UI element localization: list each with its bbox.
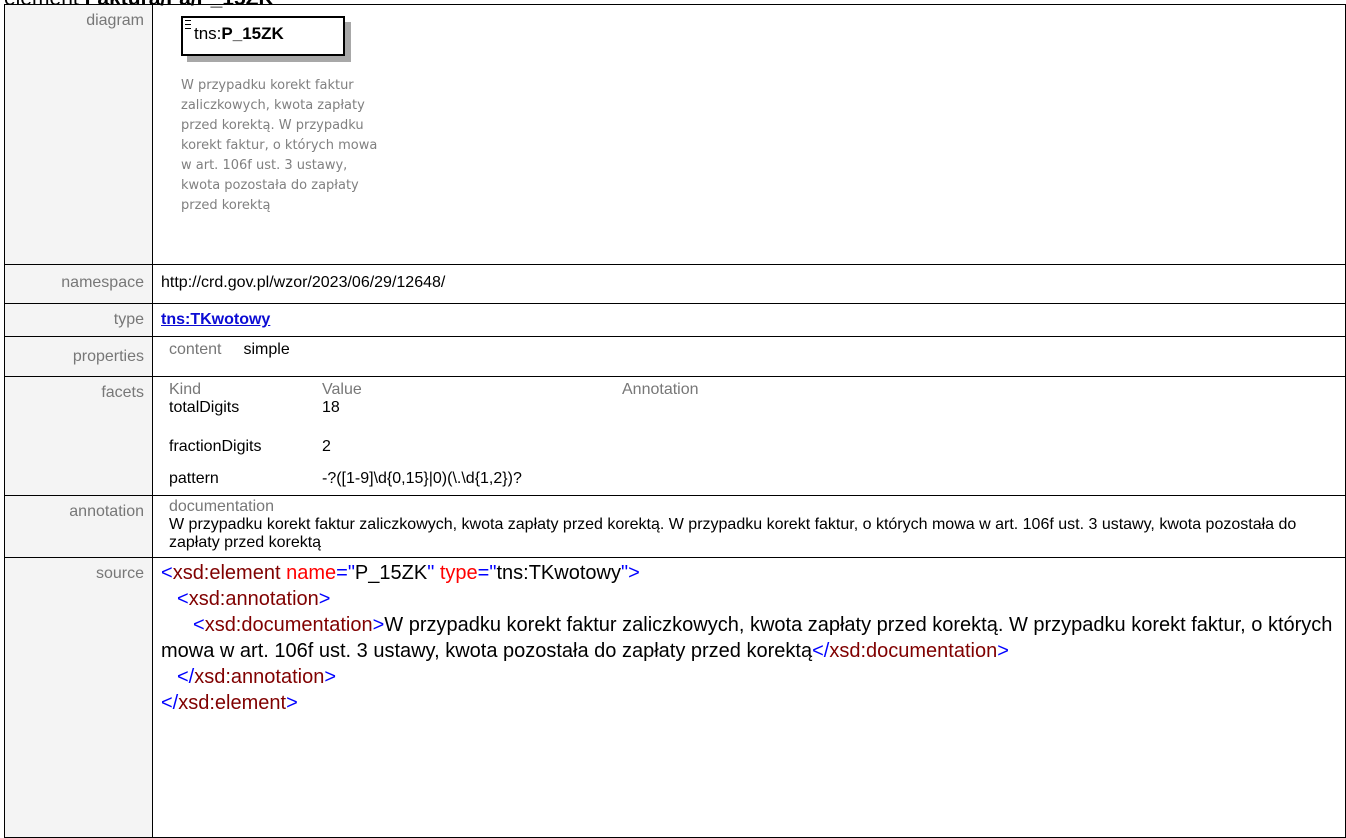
label-source: source [4, 557, 153, 838]
label-type: type [4, 303, 153, 337]
src-attr-type: type [439, 562, 478, 584]
src-lt: < [177, 588, 189, 610]
source-line: </xsd:element> [161, 690, 1341, 716]
src-name-value: P_15ZK [354, 562, 428, 584]
facet-value: -?([1-9]\d{0,15}|0)(\.\d{1,2})? [322, 470, 522, 487]
row-namespace: namespace http://crd.gov.pl/wzor/2023/06… [4, 264, 1346, 304]
facet-annotation [622, 399, 699, 431]
src-annotation-tag: xsd:annotation [188, 588, 319, 610]
src-gt: > [628, 562, 640, 584]
row-annotation: annotation documentation W przypadku kor… [4, 495, 1346, 558]
row-diagram: diagram tns:P_15ZK W przypadku korekt fa… [4, 4, 1346, 265]
facet-kind: totalDigits [169, 399, 240, 416]
source-cell: <xsd:element name="P_15ZK" type="tns:TKw… [152, 557, 1346, 838]
label-diagram: diagram [4, 4, 153, 265]
facet-row: totalDigits 18 [169, 399, 699, 431]
facet-annotation [622, 431, 699, 463]
facet-value: 18 [322, 399, 340, 416]
diagram-prefix: tns: [194, 24, 222, 43]
annotation-heading: documentation [169, 498, 274, 515]
facets-cell: Kind Value Annotation totalDigits 18 fra… [152, 376, 1346, 496]
facet-kind: fractionDigits [169, 438, 262, 455]
facet-value: 2 [322, 438, 331, 455]
src-gt: > [372, 614, 385, 636]
facets-header-value: Value [322, 381, 362, 398]
src-gt: > [286, 692, 298, 714]
facets-table: Kind Value Annotation totalDigits 18 fra… [169, 381, 699, 495]
row-type: type tns:TKwotowy [4, 303, 1346, 337]
source-doc-block: <xsd:documentation>W przypadku korekt fa… [161, 612, 1341, 664]
facet-row: pattern -?([1-9]\d{0,15}|0)(\.\d{1,2})? [169, 463, 699, 495]
src-eq: = [336, 562, 348, 584]
src-documentation-tag: xsd:documentation [204, 614, 373, 636]
row-properties: properties content simple [4, 336, 1346, 377]
property-value: simple [243, 341, 290, 358]
src-q: " [620, 562, 629, 584]
facets-header-kind: Kind [169, 381, 202, 398]
diagram-cell: tns:P_15ZK W przypadku korekt faktur zal… [152, 4, 1346, 265]
source-code: <xsd:element name="P_15ZK" type="tns:TKw… [161, 560, 1341, 716]
src-close-lt: </ [177, 666, 195, 688]
src-gt: > [318, 588, 331, 610]
src-gt: > [997, 640, 1009, 662]
annotation-block: documentation W przypadku korekt faktur … [169, 498, 1309, 552]
src-gt: > [324, 666, 337, 688]
row-facets: facets Kind Value Annotation totalDigits… [4, 376, 1346, 496]
element-doc-table: diagram tns:P_15ZK W przypadku korekt fa… [4, 4, 1346, 838]
element-diagram-box[interactable]: tns:P_15ZK [181, 16, 345, 56]
label-properties: properties [4, 336, 153, 377]
property-key: content [169, 341, 222, 358]
annotation-cell: documentation W przypadku korekt faktur … [152, 495, 1346, 558]
properties-table: content simple [169, 341, 312, 359]
src-q: " [347, 562, 355, 584]
src-annotation-close-tag: xsd:annotation [194, 666, 325, 688]
diagram-element-name: tns:P_15ZK [194, 24, 284, 44]
src-type-value: tns:TKwotowy [496, 562, 621, 584]
src-close-lt: </ [812, 640, 830, 662]
source-line: <xsd:annotation> [161, 586, 1341, 612]
label-facets: facets [4, 376, 153, 496]
src-close-lt: </ [161, 692, 179, 714]
facet-kind: pattern [169, 470, 219, 487]
src-lt: < [193, 614, 205, 636]
src-attr-name: name [286, 562, 337, 584]
facet-row: fractionDigits 2 [169, 431, 699, 463]
src-element-close-tag: xsd:element [178, 692, 287, 714]
sequence-lines-icon [185, 20, 191, 29]
type-link[interactable]: tns:TKwotowy [161, 311, 270, 328]
annotation-text: W przypadku korekt faktur zaliczkowych, … [169, 516, 1297, 551]
type-cell: tns:TKwotowy [152, 303, 1346, 337]
row-source: source <xsd:element name="P_15ZK" type="… [4, 557, 1346, 838]
label-annotation: annotation [4, 495, 153, 558]
src-element-tag: xsd:element [172, 562, 281, 584]
source-line: <xsd:element name="P_15ZK" type="tns:TKw… [161, 560, 1341, 586]
label-namespace: namespace [4, 264, 153, 304]
facet-annotation [622, 463, 699, 495]
diagram-documentation: W przypadku korekt faktur zaliczkowych, … [181, 78, 378, 213]
facets-header-annotation: Annotation [622, 381, 699, 398]
src-lt: < [161, 562, 173, 584]
source-line: </xsd:annotation> [161, 664, 1341, 690]
src-documentation-close-tag: xsd:documentation [829, 640, 998, 662]
src-eq: = [477, 562, 490, 584]
diagram-name: P_15ZK [221, 24, 284, 43]
properties-cell: content simple [152, 336, 1346, 377]
namespace-value: http://crd.gov.pl/wzor/2023/06/29/12648/ [152, 264, 1346, 304]
